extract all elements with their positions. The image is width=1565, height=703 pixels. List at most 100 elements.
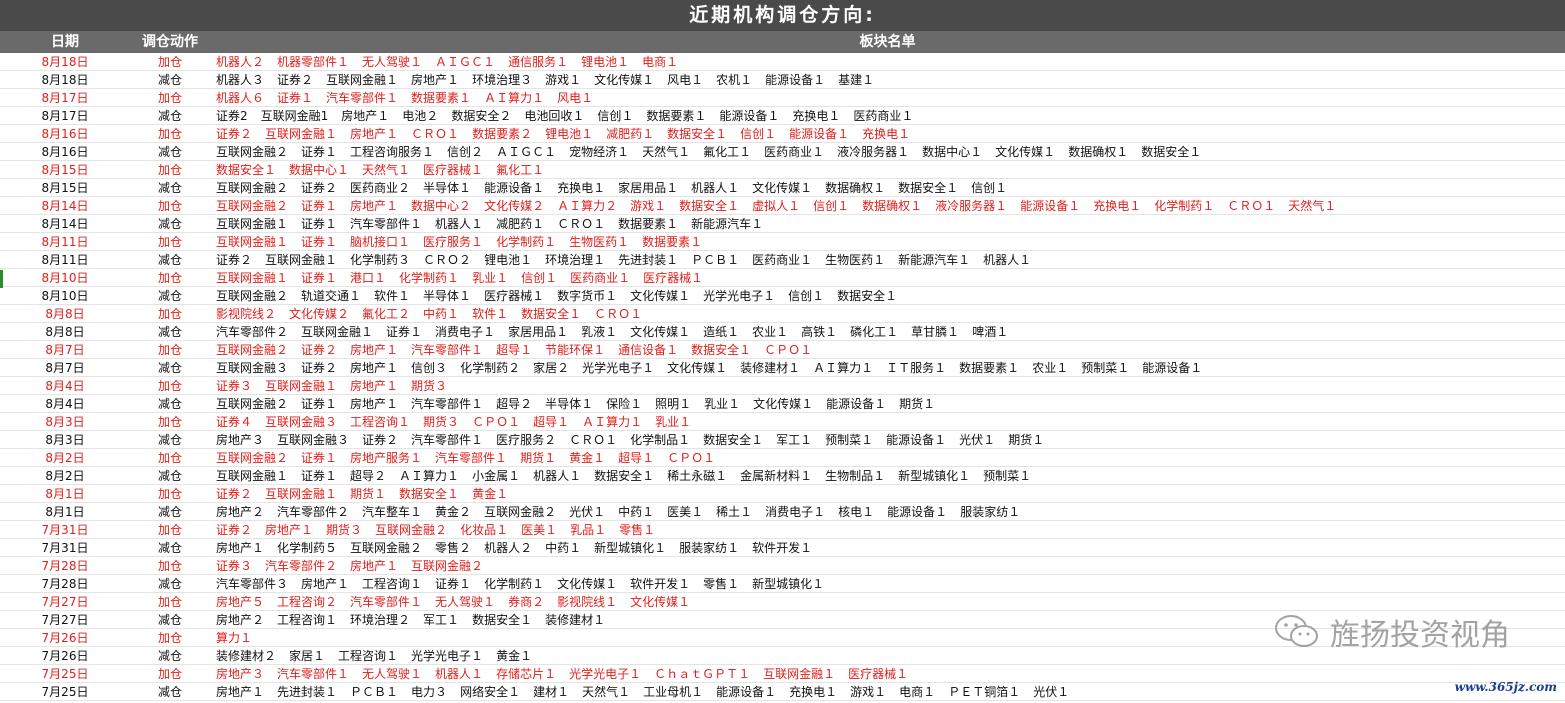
- wechat-icon: [1275, 615, 1318, 647]
- row-date: 8月14日: [41, 199, 89, 213]
- sector-item: 超导２: [496, 397, 533, 411]
- sector-item: 证券２: [216, 253, 253, 267]
- sector-item: 无人驾驶１: [362, 667, 423, 681]
- sector-item: 医药商业１: [853, 109, 914, 123]
- sector-item: 零售２: [435, 541, 472, 555]
- sector-item: 充换电１: [1093, 199, 1142, 213]
- sector-item: 汽车零部件１: [350, 595, 423, 609]
- row-action: 减仓: [157, 613, 182, 627]
- sector-item: 汽车零部件２: [277, 505, 350, 519]
- header-action: 调仓动作: [142, 34, 198, 50]
- sector-item: 证券2: [216, 109, 248, 123]
- sector-item: 券商２: [508, 595, 545, 609]
- row-sectors: 汽车零部件３ 房地产１ 工程咨询１ 证券１ 化学制药１ 文化传媒１ 软件开发１ 零售１ 新型城镇…: [216, 575, 1561, 593]
- sector-item: 游戏１: [545, 73, 582, 87]
- sector-item: 能源设备１: [484, 181, 545, 195]
- sector-item: 风电１: [557, 91, 594, 105]
- sector-item: 房地产５: [216, 595, 265, 609]
- table-header: 日期 调仓动作 板块名单: [0, 31, 1565, 53]
- sector-item: 能源设备１: [716, 685, 777, 699]
- sector-item: 证券１: [277, 91, 314, 105]
- sector-item: 新型城镇化１: [594, 541, 667, 555]
- sector-item: 数据安全１: [837, 289, 898, 303]
- sector-item: 医疗器械１: [423, 163, 484, 177]
- row-sectors: 汽车零部件２ 互联网金融１ 证券１ 消费电子１ 家居用品１ 乳液１ 文化传媒１ 造纸１ 农业１ 高…: [216, 323, 1561, 341]
- sector-item: 化学制药１: [496, 235, 557, 249]
- table-row: 8月11日 加仓 互联网金融１ 证券１ 脑机接口１ 医疗服务１ 化学制药１ 生物医药１ 数据要素…: [0, 233, 1565, 251]
- sector-item: 工程咨询１: [362, 577, 423, 591]
- row-action: 加仓: [157, 451, 182, 465]
- sector-item: 汽车零部件１: [435, 451, 508, 465]
- sector-item: 通信设备１: [618, 343, 679, 357]
- table-row: 8月18日 减仓 机器人３ 证券２ 互联网金融１ 房地产１ 环境治理３ 游戏１ 文化传媒１ 风电１…: [0, 71, 1565, 89]
- sector-item: 服装家纺１: [960, 505, 1021, 519]
- sector-item: 房地产１: [350, 127, 399, 141]
- sector-item: 军工１: [776, 433, 813, 447]
- sector-item: 医美１: [667, 505, 704, 519]
- sector-item: 软件１: [472, 307, 509, 321]
- sector-item: 化妆品１: [460, 523, 509, 537]
- row-date: 8月18日: [41, 55, 89, 69]
- sector-item: 工程咨询１: [277, 613, 338, 627]
- row-date: 7月27日: [41, 595, 89, 609]
- row-date: 7月26日: [41, 649, 89, 663]
- row-date: 8月15日: [41, 181, 89, 195]
- sector-item: 数据要素２: [472, 127, 533, 141]
- header-sectors: 板块名单: [859, 34, 916, 50]
- row-sectors: 证券2 互联网金融1 房地产１ 电池２ 数据安全２ 电池回收１ 信创１ 数据要素１ 能源设备１ 充…: [216, 107, 1561, 125]
- sector-item: 医疗器械１: [848, 667, 909, 681]
- sector-item: 证券３: [216, 559, 253, 573]
- sector-item: 互联网金融２: [411, 559, 484, 573]
- sector-item: 机器人２: [484, 541, 533, 555]
- sector-item: 互联网金融２: [375, 523, 448, 537]
- sector-item: 光学光电子１: [582, 361, 655, 375]
- sector-item: 数据安全１: [594, 469, 655, 483]
- sector-item: 机器人６: [216, 91, 265, 105]
- sector-item: 核电１: [838, 505, 875, 519]
- row-date: 8月8日: [45, 325, 85, 339]
- row-sectors: 证券３ 互联网金融１ 房地产１ 期货３: [216, 377, 1561, 395]
- sector-item: 游戏１: [850, 685, 887, 699]
- sector-item: 软件开发１: [630, 577, 691, 591]
- sector-item: 互联网金融２: [216, 397, 289, 411]
- row-sectors: 互联网金融２ 证券１ 房地产１ 汽车零部件１ 超导２ 半导体１ 保险１ 照明１ 乳业１ 文化传媒１…: [216, 395, 1561, 413]
- sector-item: 半导体１: [545, 397, 594, 411]
- sector-item: 黄金１: [472, 487, 509, 501]
- sector-item: 文化传媒１: [630, 325, 691, 339]
- sector-item: 互联网金融３: [216, 361, 289, 375]
- sector-item: 电商１: [899, 685, 936, 699]
- sector-item: 文化传媒１: [630, 595, 691, 609]
- sector-item: 软件开发１: [752, 541, 813, 555]
- row-date: 8月17日: [41, 91, 89, 105]
- sector-item: 农业１: [1032, 361, 1069, 375]
- watermark: 旌扬投资视角: [1274, 612, 1510, 653]
- sector-item: ＡＩ算力１: [484, 91, 545, 105]
- sector-item: 房地产１: [350, 559, 399, 573]
- row-date: 8月16日: [41, 127, 89, 141]
- row-action: 减仓: [157, 649, 182, 663]
- row-action: 加仓: [157, 487, 182, 501]
- sector-item: 证券２: [216, 487, 253, 501]
- row-date: 8月17日: [41, 109, 89, 123]
- sector-item: ＰＥＴ铜箔１: [948, 685, 1021, 699]
- sector-item: 证券１: [301, 199, 338, 213]
- sector-item: 房地产１: [301, 577, 350, 591]
- sector-item: 光伏１: [569, 505, 606, 519]
- sector-item: ＡＩ算力１: [813, 361, 874, 375]
- sector-item: 互联网金融１: [301, 325, 374, 339]
- row-action: 减仓: [157, 685, 182, 699]
- row-sectors: 房地产３ 互联网金融３ 证券２ 汽车零部件１ 医疗服务２ ＣＲＯ１ 化学制品１ 数据安全１ 军工…: [216, 431, 1561, 449]
- table-row: 8月4日 减仓 互联网金融２ 证券１ 房地产１ 汽车零部件１ 超导２ 半导体１ 保险１ 照明１ 乳业…: [0, 395, 1565, 413]
- row-action: 减仓: [157, 397, 182, 411]
- sector-item: 数字货币１: [557, 289, 618, 303]
- row-date: 8月1日: [45, 505, 85, 519]
- sector-item: 证券４: [216, 415, 253, 429]
- sector-item: 氟化工１: [703, 145, 752, 159]
- sector-item: 光学光电子１: [411, 649, 484, 663]
- sector-item: 环境治理１: [545, 253, 606, 267]
- sector-item: 虚拟人１: [752, 199, 801, 213]
- sector-item: 锂电池１: [545, 127, 594, 141]
- sector-item: 房地产服务１: [350, 451, 423, 465]
- sector-item: 软件１: [374, 289, 411, 303]
- sector-item: 文化传媒１: [594, 73, 655, 87]
